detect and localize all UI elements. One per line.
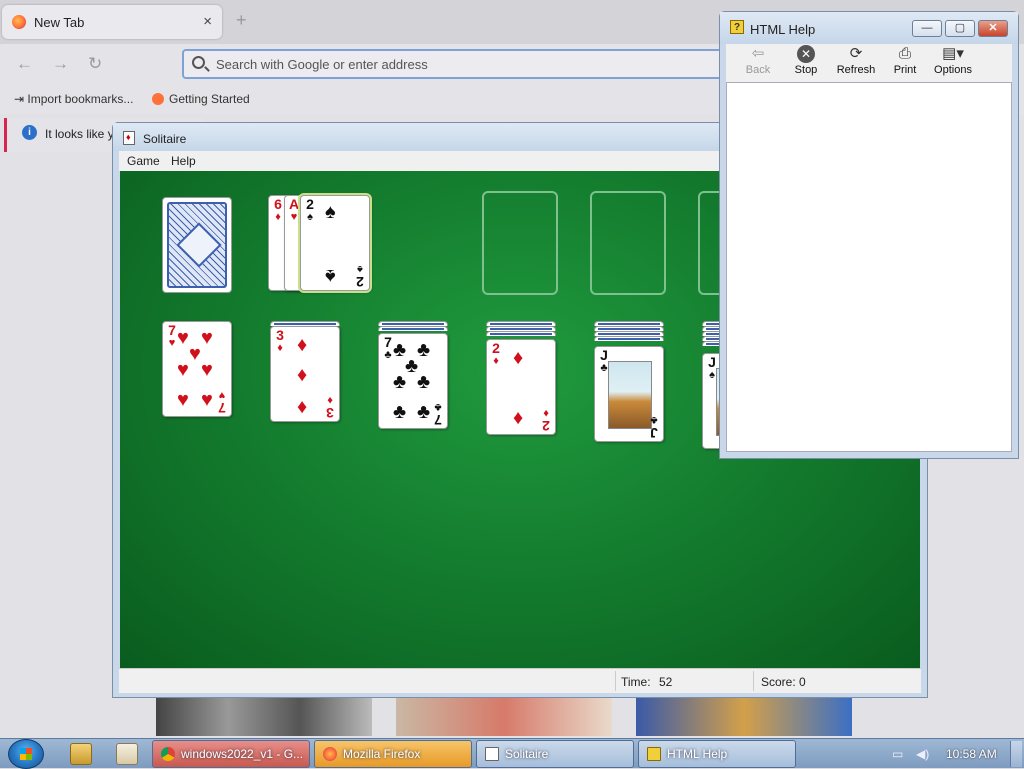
jack-artwork <box>608 361 652 429</box>
score-label: Score: <box>761 675 796 689</box>
score-value: 0 <box>799 675 806 689</box>
tab-new-tab[interactable]: New Tab × <box>2 5 222 39</box>
search-icon <box>192 56 205 69</box>
close-button[interactable]: ✕ <box>978 20 1008 37</box>
back-button[interactable]: ⇦ Back <box>734 44 782 82</box>
url-bar[interactable]: Search with Google or enter address <box>182 49 742 79</box>
time-value: 52 <box>659 675 673 689</box>
file-explorer-icon[interactable] <box>70 743 92 765</box>
forward-arrow-icon[interactable]: → <box>52 54 69 74</box>
html-help-window: ? HTML Help — ▢ ✕ ⇦ Back ✕ Stop ⟳ Refres… <box>719 11 1019 459</box>
print-button[interactable]: ⎙ Print <box>881 44 929 82</box>
new-tab-button[interactable]: + <box>236 10 247 31</box>
tab-title: New Tab <box>34 15 85 30</box>
volume-icon[interactable]: ◀) <box>916 747 930 761</box>
printer-icon: ⎙ <box>898 45 911 62</box>
media-player-icon[interactable] <box>116 743 138 765</box>
thumbnail-image[interactable] <box>396 696 612 736</box>
foundation-slot[interactable] <box>590 191 666 295</box>
taskbar-item-firefox[interactable]: Mozilla Firefox <box>314 740 472 768</box>
thumbnails-strip <box>156 696 856 736</box>
clock[interactable]: 10:58 AM <box>946 747 997 761</box>
tab-close-icon[interactable]: × <box>203 13 212 30</box>
back-arrow-icon: ⇦ <box>751 45 765 62</box>
menu-game[interactable]: Game <box>127 154 160 168</box>
help-toolbar: ⇦ Back ✕ Stop ⟳ Refresh ⎙ Print ▤▾ Optio… <box>726 44 1012 82</box>
start-button[interactable] <box>8 739 44 769</box>
options-icon: ▤▾ <box>942 45 964 62</box>
tableau-card[interactable]: 2 ♦ ♦ ♦ 2 ♦ <box>486 339 556 435</box>
stop-button[interactable]: ✕ Stop <box>782 44 830 82</box>
help-app-icon: ? <box>730 20 744 34</box>
help-title-bar[interactable]: ? HTML Help — ▢ ✕ <box>720 12 1018 44</box>
thumbnail-image[interactable] <box>156 696 372 736</box>
show-desktop-button[interactable] <box>1010 741 1022 767</box>
options-button[interactable]: ▤▾ Options <box>929 44 977 82</box>
window-title: Solitaire <box>143 132 187 146</box>
window-title: HTML Help <box>750 22 816 37</box>
stock-pile[interactable] <box>162 197 232 293</box>
url-placeholder: Search with Google or enter address <box>216 57 428 72</box>
bookmark-import[interactable]: ⇥ Import bookmarks... <box>14 92 133 106</box>
taskbar-item-html-help[interactable]: HTML Help <box>638 740 796 768</box>
info-icon: i <box>22 125 37 140</box>
firefox-logo-icon <box>152 93 164 105</box>
taskbar: windows2022_v1 - G... Mozilla Firefox So… <box>0 738 1024 769</box>
status-bar: Time: 52 Score: 0 <box>119 668 921 693</box>
refresh-icon: ⟳ <box>849 45 863 62</box>
network-icon[interactable]: ▭ <box>892 747 906 761</box>
bookmark-getting-started[interactable]: Getting Started <box>152 92 250 106</box>
taskbar-item-solitaire[interactable]: Solitaire <box>476 740 634 768</box>
reload-icon[interactable]: ↻ <box>88 54 102 74</box>
refresh-button[interactable]: ⟳ Refresh <box>832 44 880 82</box>
tableau-card[interactable]: 7 ♥ ♥ ♥ ♥ ♥ ♥ ♥ ♥ 7 ♥ <box>162 321 232 417</box>
help-content-pane[interactable] <box>726 82 1012 452</box>
minimize-button[interactable]: — <box>912 20 942 37</box>
thumbnail-image[interactable] <box>636 696 852 736</box>
firefox-icon <box>323 747 337 761</box>
foundation-slot[interactable] <box>482 191 558 295</box>
maximize-button[interactable]: ▢ <box>945 20 975 37</box>
chrome-icon <box>161 747 175 761</box>
taskbar-item-chrome[interactable]: windows2022_v1 - G... <box>152 740 310 768</box>
back-arrow-icon[interactable]: ← <box>16 54 33 74</box>
menu-help[interactable]: Help <box>171 154 196 168</box>
solitaire-app-icon <box>123 131 135 145</box>
stop-icon: ✕ <box>782 44 830 64</box>
tableau-card[interactable]: J ♣ J ♣ <box>594 346 664 442</box>
info-bar-text: It looks like y <box>45 127 114 141</box>
firefox-logo-icon <box>12 15 26 29</box>
waste-top-card[interactable]: 2 ♠ ♠ ♠ 2 ♠ <box>300 195 370 291</box>
tableau-card[interactable]: 7 ♣ ♣ ♣ ♣ ♣ ♣ ♣ ♣ 7 ♣ <box>378 333 448 429</box>
time-label: Time: <box>621 675 651 689</box>
help-icon <box>647 747 661 761</box>
tableau-card[interactable]: 3 ♦ ♦ ♦ ♦ 3 ♦ <box>270 326 340 422</box>
solitaire-icon <box>485 747 499 761</box>
